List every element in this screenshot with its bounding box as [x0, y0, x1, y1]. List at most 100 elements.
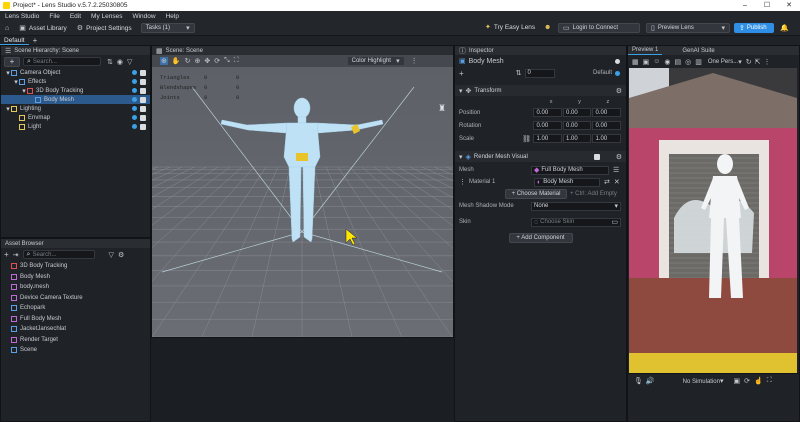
- asset-item[interactable]: Render Target: [1, 335, 150, 346]
- layer-field[interactable]: 0: [524, 68, 555, 78]
- more-menu-icon[interactable]: ⋮: [411, 57, 418, 65]
- choose-material-button[interactable]: + Choose Material: [505, 189, 567, 199]
- enabled-checkbox[interactable]: [140, 123, 146, 130]
- fit-tool-icon[interactable]: ⛶: [234, 57, 239, 65]
- add-layout-button[interactable]: +: [29, 36, 42, 45]
- device-dropdown[interactable]: One Pers... ▾: [708, 58, 742, 66]
- maximize-button[interactable]: ☐: [756, 0, 778, 11]
- enabled-checkbox[interactable]: [140, 69, 146, 76]
- touch-icon[interactable]: ☝: [754, 377, 763, 385]
- menu-window[interactable]: Window: [127, 13, 160, 20]
- transform-value-field[interactable]: 0.00: [562, 108, 592, 117]
- visibility-icon[interactable]: ◉: [117, 58, 123, 66]
- scale-tool-icon[interactable]: ⤡: [224, 57, 230, 65]
- hand-tool-icon[interactable]: ✋: [172, 57, 181, 65]
- asset-library-button[interactable]: ▣ Asset Library: [14, 24, 72, 33]
- tab-preview-1[interactable]: Preview 1: [628, 46, 663, 55]
- settings-icon[interactable]: ⚙: [616, 87, 622, 95]
- asset-item[interactable]: Echopark: [1, 303, 150, 314]
- speaker-icon[interactable]: 🔊: [646, 377, 655, 385]
- asset-item[interactable]: 3D Body Tracking: [1, 261, 150, 272]
- asset-search-input[interactable]: ⌕ Search...: [22, 250, 95, 259]
- visibility-dot[interactable]: [132, 79, 137, 84]
- visibility-dot[interactable]: [132, 97, 137, 102]
- mic-icon[interactable]: 🎙: [634, 377, 643, 385]
- layout-tab-default[interactable]: Default: [0, 37, 29, 45]
- rotate-tool-icon[interactable]: ⟳: [214, 57, 220, 65]
- asset-item[interactable]: Full Body Mesh: [1, 314, 150, 325]
- skin-field[interactable]: ◌ Choose Skin ▭: [531, 217, 621, 227]
- swap-icon[interactable]: ⇄: [604, 178, 610, 186]
- asset-item[interactable]: Scene: [1, 345, 150, 356]
- publish-button[interactable]: ⇪ Publish: [734, 23, 774, 33]
- hierarchy-item[interactable]: ▾ 3D Body Tracking: [1, 86, 150, 95]
- import-icon[interactable]: ⇥: [13, 251, 19, 259]
- render-mesh-enabled-checkbox[interactable]: [593, 153, 600, 160]
- tab-genai-suite[interactable]: GenAI Suite: [678, 48, 718, 54]
- face-icon[interactable]: ☻: [544, 24, 551, 31]
- layer-dot[interactable]: [615, 70, 620, 76]
- hierarchy-search-input[interactable]: ⌕ Search...: [23, 57, 101, 66]
- simulation-dropdown[interactable]: No Simulation▾: [683, 377, 724, 385]
- eye-icon[interactable]: ◎: [685, 58, 691, 66]
- login-button[interactable]: ▭ Login to Connect: [558, 23, 640, 33]
- minimize-button[interactable]: –: [734, 0, 756, 11]
- transform-value-field[interactable]: 0.00: [592, 108, 621, 117]
- fullscreen-icon[interactable]: ⛶: [767, 377, 772, 385]
- rotate-device-icon[interactable]: ⟳: [744, 377, 750, 385]
- enabled-checkbox[interactable]: [140, 78, 146, 85]
- enabled-checkbox[interactable]: [140, 105, 146, 112]
- shadow-mode-dropdown[interactable]: None ▾: [531, 201, 621, 211]
- menu-lens-studio[interactable]: Lens Studio: [0, 13, 44, 20]
- layers-icon[interactable]: ▥: [695, 58, 702, 66]
- more-menu-icon[interactable]: ⋮: [764, 58, 771, 66]
- grid-view-icon[interactable]: ▦: [632, 58, 639, 66]
- transform-value-field[interactable]: 0.00: [562, 121, 592, 130]
- transform-value-field[interactable]: 0.00: [533, 121, 562, 130]
- project-settings-button[interactable]: ⚙ Project Settings: [72, 24, 137, 33]
- add-component-button[interactable]: + Add Component: [508, 233, 573, 243]
- camera-widget-icon[interactable]: ♜: [438, 104, 446, 114]
- preview-lens-dropdown[interactable]: ▯ Preview Lens ▾: [646, 23, 730, 33]
- hierarchy-item[interactable]: ▾ Effects: [1, 77, 150, 86]
- mesh-field[interactable]: ◆ Full Body Mesh: [531, 165, 609, 175]
- zoom-tool-icon[interactable]: ⊕: [160, 57, 168, 65]
- refresh-icon[interactable]: ↻: [746, 58, 752, 66]
- link-scale-icon[interactable]: ⛓: [520, 135, 534, 143]
- close-window-button[interactable]: ✕: [778, 0, 800, 11]
- visibility-dot[interactable]: [132, 88, 137, 93]
- menu-help[interactable]: Help: [161, 13, 184, 20]
- stats-icon[interactable]: ▤: [675, 58, 682, 66]
- gear-icon[interactable]: ⚙: [118, 251, 124, 259]
- move-tool-icon[interactable]: ✥: [204, 57, 210, 65]
- material-field[interactable]: ◐ Body Mesh: [534, 177, 600, 187]
- hierarchy-item[interactable]: Light: [1, 122, 150, 131]
- asset-item[interactable]: Device Camera Texture: [1, 293, 150, 304]
- transform-value-field[interactable]: 0.00: [533, 108, 562, 117]
- settings-icon[interactable]: ⚙: [616, 153, 622, 161]
- transform-header[interactable]: ▾ ✥ Transform ⚙: [455, 85, 626, 96]
- sort-icon[interactable]: ⇅: [107, 58, 113, 66]
- remove-icon[interactable]: ✕: [614, 178, 620, 186]
- home-button[interactable]: ⌂: [0, 25, 14, 32]
- visibility-dot[interactable]: [132, 115, 137, 120]
- enabled-checkbox[interactable]: [140, 87, 146, 94]
- hierarchy-item[interactable]: Body Mesh: [1, 95, 150, 104]
- add-object-button[interactable]: +: [4, 56, 20, 67]
- menu-my-lenses[interactable]: My Lenses: [86, 13, 127, 20]
- person-icon[interactable]: ☺: [653, 58, 660, 65]
- snapshot-icon[interactable]: ▣: [733, 377, 740, 385]
- add-asset-button[interactable]: +: [4, 250, 9, 259]
- share-icon[interactable]: ⇱: [755, 58, 761, 66]
- asset-item[interactable]: Body Mesh: [1, 272, 150, 283]
- transform-value-field[interactable]: 1.00: [562, 134, 592, 143]
- enabled-checkbox[interactable]: [140, 114, 146, 121]
- zoom-in-icon[interactable]: ⊕: [194, 57, 200, 65]
- plus-icon[interactable]: +: [459, 69, 464, 78]
- enabled-toggle[interactable]: [615, 58, 620, 64]
- camera-icon[interactable]: ▣: [643, 58, 650, 66]
- render-mesh-header[interactable]: ▾ ◈ Render Mesh Visual ⚙: [455, 151, 626, 162]
- visibility-dot[interactable]: [132, 124, 137, 129]
- transform-value-field[interactable]: 1.00: [533, 134, 562, 143]
- transform-value-field[interactable]: 0.00: [592, 121, 621, 130]
